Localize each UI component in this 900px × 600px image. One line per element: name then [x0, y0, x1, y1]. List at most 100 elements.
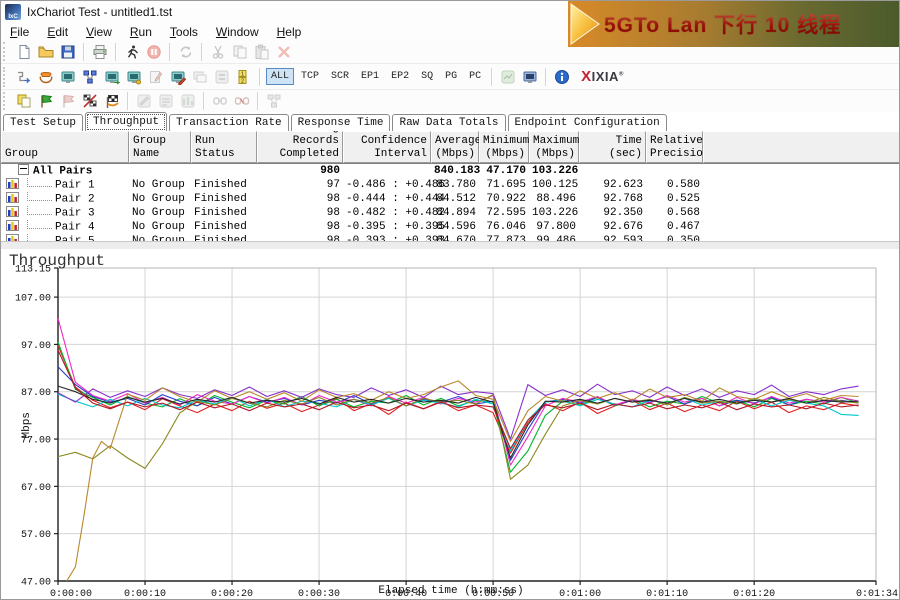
- tab-response-time[interactable]: Response Time: [291, 114, 391, 131]
- cut-icon: [208, 43, 228, 61]
- table-row-pair-1[interactable]: Pair 1No GroupFinished97-0.486 : +0.4868…: [1, 178, 900, 192]
- menu-tools[interactable]: Tools: [161, 24, 207, 40]
- copy-pair-icon[interactable]: [14, 92, 34, 110]
- table-row-pair-2[interactable]: Pair 2No GroupFinished98-0.444 : +0.4448…: [1, 192, 900, 206]
- menu-window[interactable]: Window: [207, 24, 268, 40]
- chart-tick-label: 97.00: [21, 341, 51, 352]
- toolbar-separator: [491, 68, 493, 86]
- chart-tick-label: Mbps: [21, 412, 33, 438]
- table-cell: 92.350: [579, 206, 646, 220]
- new-document-icon[interactable]: [14, 43, 34, 61]
- renumber-pairs-icon[interactable]: 12: [234, 68, 254, 86]
- tab-transaction-rate[interactable]: Transaction Rate: [169, 114, 289, 131]
- column-header[interactable]: 95% Confidence Interval: [343, 131, 431, 163]
- stop-test-icon: [144, 43, 164, 61]
- chart-title: Throughput: [9, 252, 105, 270]
- column-header[interactable]: Group: [1, 131, 129, 163]
- toolbar-separator: [127, 92, 129, 110]
- table-row-all-pairs[interactable]: All Pairs980840.18347.170103.226: [1, 164, 900, 178]
- filter-sq-button[interactable]: SQ: [416, 68, 438, 85]
- column-header[interactable]: Average (Mbps): [431, 131, 479, 163]
- table-cell: 72.595: [479, 206, 529, 220]
- clear-results-flags-icon[interactable]: [80, 92, 100, 110]
- column-header[interactable]: Minimum (Mbps): [479, 131, 529, 163]
- menu-run[interactable]: Run: [121, 24, 161, 40]
- table-cell: 92.768: [579, 192, 646, 206]
- add-endpoint-pair-icon[interactable]: [14, 68, 34, 86]
- start-run-flag-icon[interactable]: [36, 92, 56, 110]
- toolbar-grip[interactable]: [3, 42, 9, 60]
- filter-pc-button[interactable]: PC: [464, 68, 486, 85]
- menu-help[interactable]: Help: [268, 24, 311, 40]
- open-folder-icon[interactable]: [36, 43, 56, 61]
- table-cell: [191, 164, 257, 178]
- collapse-toggle-icon[interactable]: [18, 164, 29, 175]
- info-icon[interactable]: [552, 68, 572, 86]
- add-multimedia-pair-icon[interactable]: [124, 68, 144, 86]
- table-cell: 98: [257, 192, 343, 206]
- toolbar-separator: [203, 92, 205, 110]
- tab-endpoint-configuration[interactable]: Endpoint Configuration: [508, 114, 667, 131]
- menu-edit[interactable]: Edit: [38, 24, 77, 40]
- triangle-play-icon: [570, 3, 600, 45]
- print-icon[interactable]: [90, 43, 110, 61]
- save-icon[interactable]: [58, 43, 78, 61]
- filter-pg-button[interactable]: PG: [440, 68, 462, 85]
- table-cell: Finished: [191, 234, 257, 241]
- column-header[interactable]: Measured Time (sec): [579, 131, 646, 163]
- delete-icon: [274, 43, 294, 61]
- unlink-pairs-icon: [232, 92, 252, 110]
- menu-file[interactable]: File: [1, 24, 38, 40]
- pair-label: Pair 1: [55, 179, 95, 191]
- filter-ep1-button[interactable]: EP1: [356, 68, 384, 85]
- table-cell: [646, 164, 703, 178]
- table-row-pair-4[interactable]: Pair 4No GroupFinished98-0.395 : +0.3958…: [1, 220, 900, 234]
- chart-tick-label: 67.00: [21, 483, 51, 494]
- toolbar-grip[interactable]: [3, 67, 9, 87]
- filter-scr-button[interactable]: SCR: [326, 68, 354, 85]
- table-cell: 0.350: [646, 234, 703, 241]
- svg-text:1: 1: [241, 71, 244, 77]
- table-cell: -0.444 : +0.444: [343, 192, 431, 206]
- table-cell: No Group: [129, 192, 191, 206]
- paste-icon: [252, 43, 272, 61]
- run-test-icon[interactable]: [122, 43, 142, 61]
- edit-datagram-icon: [156, 92, 176, 110]
- filter-all-button[interactable]: ALL: [266, 68, 294, 85]
- tree-connector: [27, 206, 52, 215]
- table-cell: 100.125: [529, 178, 579, 192]
- table-cell: 92.593: [579, 234, 646, 241]
- chart-tick-label: 87.00: [21, 388, 51, 399]
- edit-run-options-icon: [134, 92, 154, 110]
- add-multicast-group-icon[interactable]: [80, 68, 100, 86]
- menu-view[interactable]: View: [77, 24, 121, 40]
- tab-throughput[interactable]: Throughput: [85, 112, 167, 132]
- tree-connector: [27, 220, 52, 229]
- table-row-pair-3[interactable]: Pair 3No GroupFinished98-0.482 : +0.4828…: [1, 206, 900, 220]
- column-header[interactable]: Maximum (Mbps): [529, 131, 579, 163]
- add-voip-pair-icon[interactable]: [36, 68, 56, 86]
- console-icon[interactable]: [520, 68, 540, 86]
- toolbar-grip[interactable]: [3, 92, 9, 110]
- column-header[interactable]: Pair Group Name: [129, 131, 191, 163]
- add-video-pair-icon[interactable]: [102, 68, 122, 86]
- finish-flag-icon[interactable]: [102, 92, 122, 110]
- window-title: IxChariot Test - untitled1.tst: [27, 5, 172, 19]
- toolbar-separator: [259, 68, 261, 86]
- replicate-pair-icon: [190, 68, 210, 86]
- table-cell: No Group: [129, 206, 191, 220]
- filter-ep2-button[interactable]: EP2: [386, 68, 414, 85]
- table-cell: 47.170: [479, 164, 529, 178]
- column-header[interactable]: Timing Records Completed: [257, 131, 343, 163]
- table-cell: 98: [257, 220, 343, 234]
- add-hardware-pair-icon[interactable]: [58, 68, 78, 86]
- tab-raw-data-totals[interactable]: Raw Data Totals: [392, 114, 505, 131]
- column-header[interactable]: Relative Precision: [646, 131, 703, 163]
- chart-tick-label: 107.00: [15, 294, 51, 305]
- column-header[interactable]: Run Status: [191, 131, 257, 163]
- filter-tcp-button[interactable]: TCP: [296, 68, 324, 85]
- pair-wizard-icon[interactable]: [168, 68, 188, 86]
- table-row-pair-5[interactable]: Pair 5No GroupFinished98-0.393 : +0.3938…: [1, 234, 900, 241]
- table-cell: [129, 164, 191, 178]
- tab-test-setup[interactable]: Test Setup: [3, 114, 83, 131]
